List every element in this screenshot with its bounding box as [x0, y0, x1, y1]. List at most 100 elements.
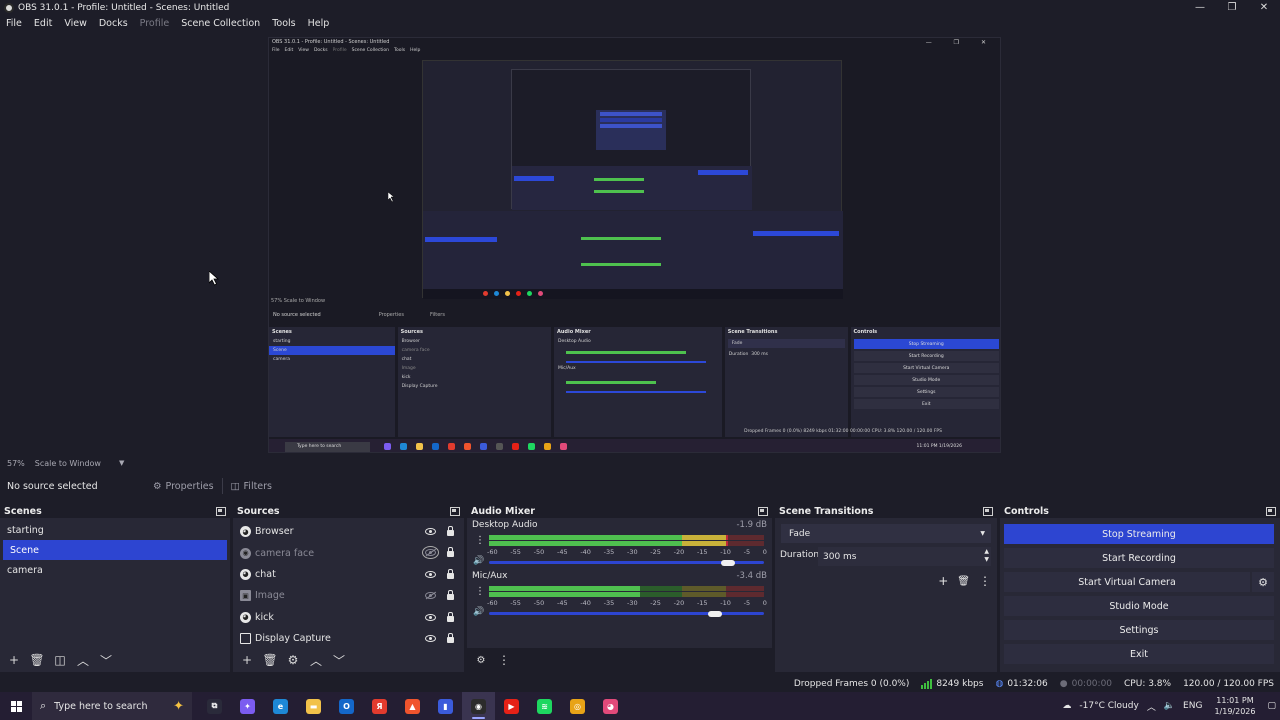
source-item-browser[interactable]: ◕ Browser: [233, 521, 464, 542]
move-scene-down-button[interactable]: ﹀: [96, 651, 116, 669]
menu-file[interactable]: File: [0, 18, 28, 29]
settings-button[interactable]: Settings: [1004, 620, 1274, 640]
transition-select[interactable]: Fade ▼: [781, 524, 991, 543]
dock-float-icon[interactable]: [450, 506, 460, 516]
language-indicator[interactable]: ENG: [1183, 701, 1202, 711]
dock-float-icon[interactable]: [983, 506, 993, 516]
taskbar-app-copilot[interactable]: ✦: [231, 692, 264, 720]
nested-win-taskbar: Type here to search 11:01 PM 1/19/2026: [269, 439, 1000, 452]
taskbar-app-youtube[interactable]: ▶: [495, 692, 528, 720]
lock-icon[interactable]: [447, 547, 454, 558]
eye-hidden-icon[interactable]: [425, 592, 436, 600]
kebab-menu-icon[interactable]: ⋮: [475, 535, 485, 546]
taskbar-app-yandex[interactable]: Я: [363, 692, 396, 720]
source-item-image[interactable]: ▣ Image: [233, 585, 464, 606]
eye-icon[interactable]: [425, 613, 436, 621]
speaker-icon[interactable]: 🔊: [473, 607, 484, 617]
volume-icon[interactable]: 🔈: [1164, 701, 1175, 711]
taskbar-app-discord[interactable]: ◕: [594, 692, 627, 720]
source-item-chat[interactable]: ◕ chat: [233, 564, 464, 585]
source-item-kick[interactable]: ◕ kick: [233, 607, 464, 628]
remove-source-button[interactable]: 🗑: [260, 651, 280, 669]
eye-hidden-icon[interactable]: [422, 546, 439, 560]
eye-icon[interactable]: [425, 528, 436, 535]
volume-slider[interactable]: [489, 559, 764, 566]
add-source-button[interactable]: +: [237, 651, 257, 669]
menu-edit[interactable]: Edit: [28, 18, 58, 29]
advanced-audio-button[interactable]: ⚙: [471, 651, 491, 669]
filters-button[interactable]: ◫ Filters: [225, 476, 278, 496]
transition-menu-button[interactable]: ⋮: [979, 574, 991, 588]
chevron-down-icon[interactable]: ▼: [119, 459, 124, 467]
menu-docks[interactable]: Docks: [93, 18, 134, 29]
start-recording-button[interactable]: Start Recording: [1004, 548, 1274, 568]
scale-mode-select[interactable]: Scale to Window: [35, 459, 101, 468]
menu-scene-collection[interactable]: Scene Collection: [175, 18, 266, 29]
taskbar-app-stats[interactable]: ▮: [429, 692, 462, 720]
taskbar-app-spotify[interactable]: ≋: [528, 692, 561, 720]
eye-icon[interactable]: [425, 570, 436, 578]
taskbar-app-task-view[interactable]: ⧉: [198, 692, 231, 720]
dock-float-icon[interactable]: [1266, 506, 1276, 516]
scene-item-scene[interactable]: Scene: [3, 540, 227, 560]
move-source-up-button[interactable]: ︿: [306, 651, 326, 669]
weather-text[interactable]: -17°C Cloudy: [1079, 701, 1138, 711]
taskbar-clock[interactable]: 11:01 PM 1/19/2026: [1214, 695, 1255, 717]
taskbar-app-brave[interactable]: ▲: [396, 692, 429, 720]
start-virtual-camera-button[interactable]: Start Virtual Camera: [1004, 572, 1250, 592]
studio-mode-button[interactable]: Studio Mode: [1004, 596, 1274, 616]
slider-handle[interactable]: [707, 610, 722, 617]
weather-icon[interactable]: ☁: [1062, 701, 1071, 711]
add-transition-button[interactable]: +: [938, 574, 948, 588]
taskbar-app-edge[interactable]: e: [264, 692, 297, 720]
record-icon: ●: [1059, 678, 1068, 689]
spin-arrows-icon[interactable]: ▲ ▼: [984, 548, 989, 564]
dock-float-icon[interactable]: [216, 506, 226, 516]
dock-float-icon[interactable]: [758, 506, 768, 516]
lock-icon[interactable]: [447, 526, 454, 536]
start-button[interactable]: [0, 692, 32, 720]
remove-scene-button[interactable]: 🗑: [27, 651, 47, 669]
move-scene-up-button[interactable]: ︿: [73, 651, 93, 669]
taskbar-app-obs[interactable]: ◉: [462, 692, 495, 720]
taskbar-app-file-explorer[interactable]: ▬: [297, 692, 330, 720]
eye-icon[interactable]: [425, 634, 436, 642]
add-scene-button[interactable]: +: [4, 651, 24, 669]
lock-icon[interactable]: [447, 590, 454, 601]
kebab-menu-icon[interactable]: ⋮: [475, 586, 485, 597]
scene-item-camera[interactable]: camera: [0, 560, 230, 580]
source-item-camera-face[interactable]: ◉ camera face: [233, 542, 464, 563]
properties-button[interactable]: ⚙ Properties: [147, 476, 220, 496]
scene-item-starting[interactable]: starting: [0, 520, 230, 540]
close-button[interactable]: ✕: [1248, 0, 1280, 15]
source-item-display-capture[interactable]: Display Capture: [233, 628, 464, 649]
chevron-up-icon[interactable]: ︿: [1147, 700, 1156, 713]
slider-handle[interactable]: [721, 559, 736, 566]
taskbar-app-chrome[interactable]: ◎: [561, 692, 594, 720]
stop-streaming-button[interactable]: Stop Streaming: [1004, 524, 1274, 544]
restore-button[interactable]: ❐: [1216, 0, 1248, 15]
menu-view[interactable]: View: [58, 18, 93, 29]
move-source-down-button[interactable]: ﹀: [329, 651, 349, 669]
lock-icon[interactable]: [447, 568, 454, 579]
menu-tools[interactable]: Tools: [266, 18, 301, 29]
duration-input[interactable]: 300 ms ▲ ▼: [818, 547, 991, 566]
scene-filters-button[interactable]: ◫: [50, 651, 70, 669]
preview-area[interactable]: OBS 31.0.1 - Profile: Untitled - Scenes:…: [0, 32, 1280, 456]
lock-icon[interactable]: [447, 611, 454, 622]
taskbar-search[interactable]: ⌕ Type here to search ✦: [32, 692, 192, 720]
notifications-icon[interactable]: ▢: [1267, 701, 1276, 711]
exit-button[interactable]: Exit: [1004, 644, 1274, 664]
taskbar-app-outlook[interactable]: O: [330, 692, 363, 720]
remove-transition-button[interactable]: 🗑: [957, 576, 970, 587]
virtual-camera-settings-button[interactable]: ⚙: [1252, 572, 1274, 592]
menu-profile[interactable]: Profile: [134, 18, 176, 29]
menu-help[interactable]: Help: [302, 18, 336, 29]
program-preview[interactable]: OBS 31.0.1 - Profile: Untitled - Scenes:…: [268, 37, 1001, 453]
source-properties-button[interactable]: ⚙: [283, 651, 303, 669]
minimize-button[interactable]: —: [1184, 0, 1216, 15]
lock-icon[interactable]: [447, 632, 454, 643]
mixer-menu-button[interactable]: ⋮: [494, 651, 514, 669]
speaker-icon[interactable]: 🔊: [473, 556, 484, 566]
volume-slider[interactable]: [489, 610, 764, 617]
